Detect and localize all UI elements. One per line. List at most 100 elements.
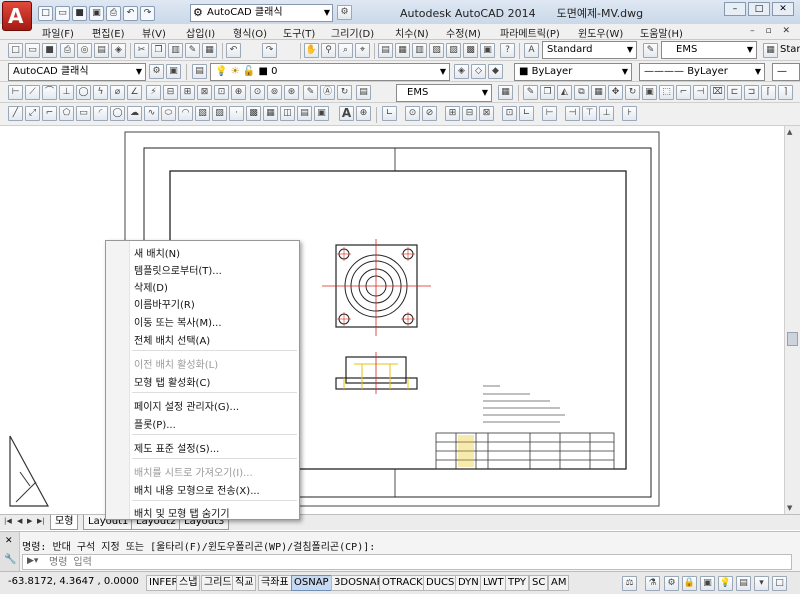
menu-edit[interactable]: 편집(E) — [92, 25, 125, 40]
menu-item-hide-tabs[interactable]: 배치 및 모형 탭 숨기기 — [134, 505, 230, 520]
menu-item-export-to-model[interactable]: 배치 내용 모형으로 전송(X)... — [134, 482, 260, 497]
radius-icon[interactable]: ◯ — [76, 85, 91, 100]
publish-icon[interactable]: ▤ — [94, 43, 109, 58]
rectangle-icon[interactable]: ▭ — [76, 106, 91, 121]
multiline-text-icon[interactable]: ▣ — [314, 106, 329, 121]
gradient-icon[interactable]: ▦ — [263, 106, 278, 121]
tab-model[interactable]: 모형 — [50, 515, 79, 530]
cut-icon[interactable]: ✂ — [134, 43, 149, 58]
table-style-icon[interactable]: ▦ — [763, 43, 778, 58]
close-icon[interactable]: ✕ — [5, 536, 13, 546]
parametric-7-icon[interactable]: ⊡ — [502, 106, 517, 121]
menu-item-page-setup-manager[interactable]: 페이지 설정 관리자(G)... — [134, 398, 239, 413]
copy-object-icon[interactable]: ❐ — [540, 85, 555, 100]
linear-dim-icon[interactable]: ⊢ — [8, 85, 23, 100]
hardware-accel-icon[interactable]: ▣ — [700, 576, 715, 591]
layer-properties-icon[interactable]: ▤ — [192, 64, 207, 79]
arc-length-icon[interactable]: ⌒ — [42, 85, 57, 100]
status-dyn[interactable]: DYN — [455, 575, 482, 591]
menu-insert[interactable]: 삽입(I) — [186, 25, 215, 40]
lineweight-select[interactable]: — — [772, 63, 800, 81]
menu-item-activate-model[interactable]: 모형 탭 활성화(C) — [134, 374, 210, 389]
status-polar[interactable]: 극좌표 — [258, 575, 292, 591]
menu-item-delete[interactable]: 삭제(D) — [134, 279, 168, 294]
menu-modify[interactable]: 수정(M) — [446, 25, 481, 40]
parametric-11-icon[interactable]: ⊤ — [582, 106, 597, 121]
dim-style-manager-icon[interactable]: ▦ — [498, 85, 513, 100]
menu-dimension[interactable]: 치수(N) — [395, 25, 429, 40]
parametric-2-icon[interactable]: ⊙ — [405, 106, 420, 121]
menu-item-plot[interactable]: 플롯(P)... — [134, 416, 176, 431]
parametric-5-icon[interactable]: ⊟ — [462, 106, 477, 121]
trim-icon[interactable]: ⌐ — [676, 85, 691, 100]
save-as-icon[interactable]: ▣ — [89, 5, 104, 21]
menu-item-rename[interactable]: 이름바꾸기(R) — [134, 296, 195, 311]
status-am[interactable]: AM — [548, 575, 570, 591]
undo-icon[interactable]: ↶ — [226, 43, 241, 58]
3d-dwf-icon[interactable]: ◈ — [111, 43, 126, 58]
construction-line-icon[interactable]: ⤢ — [25, 106, 40, 121]
scale-icon[interactable]: ▣ — [642, 85, 657, 100]
open-file-icon[interactable]: ▭ — [55, 5, 70, 21]
redo-icon[interactable]: ↷ — [140, 5, 155, 21]
rotate-icon[interactable]: ↻ — [625, 85, 640, 100]
tab-last-icon[interactable]: ▶| — [37, 517, 45, 525]
plot-preview-icon[interactable]: ◎ — [77, 43, 92, 58]
new-icon[interactable]: □ — [8, 43, 23, 58]
command-input[interactable] — [49, 556, 749, 568]
parametric-3-icon[interactable]: ⊘ — [422, 106, 437, 121]
dim-text-edit-icon[interactable]: Ⓐ — [320, 85, 335, 100]
tab-next-icon[interactable]: ▶ — [27, 517, 32, 525]
baseline-icon[interactable]: ⊟ — [163, 85, 178, 100]
status-ortho[interactable]: 직교 — [232, 575, 257, 591]
parametric-10-icon[interactable]: ⊣ — [565, 106, 580, 121]
stretch-icon[interactable]: ⬚ — [659, 85, 674, 100]
angular-icon[interactable]: ∠ — [127, 85, 142, 100]
break-obj-icon[interactable]: ⊏ — [727, 85, 742, 100]
status-snap[interactable]: 스냅 — [176, 575, 201, 591]
continue-icon[interactable]: ⊞ — [180, 85, 195, 100]
menu-view[interactable]: 뷰(V) — [142, 25, 166, 40]
erase-icon[interactable]: ✎ — [523, 85, 538, 100]
circle-icon[interactable]: ◯ — [110, 106, 125, 121]
line-icon[interactable]: ╱ — [8, 106, 23, 121]
isolate-objects-icon[interactable]: 💡 — [718, 576, 733, 591]
coordinate-readout[interactable]: -63.8172, 4.3647 , 0.0000 — [8, 576, 139, 587]
annotation-visibility-icon[interactable]: ⚗ — [645, 576, 660, 591]
layer-previous-icon[interactable]: ◇ — [471, 64, 486, 79]
offset-icon[interactable]: ⧉ — [574, 85, 589, 100]
scroll-up-icon[interactable]: ▲ — [787, 128, 792, 136]
vertical-scrollbar[interactable]: ▲ ▼ — [784, 126, 800, 514]
workspace-icon[interactable]: ▣ — [166, 64, 181, 79]
sheet-set-icon[interactable]: ▧ — [429, 43, 444, 58]
arc-icon[interactable]: ◜ — [93, 106, 108, 121]
status-tpy[interactable]: TPY — [505, 575, 530, 591]
region-icon[interactable]: ◫ — [280, 106, 295, 121]
array-icon[interactable]: ▦ — [591, 85, 606, 100]
zoom-window-icon[interactable]: ⌕ — [338, 43, 353, 58]
revision-cloud-icon[interactable]: ☁ — [127, 106, 142, 121]
ordinate-icon[interactable]: ⊥ — [59, 85, 74, 100]
menu-help[interactable]: 도움말(H) — [640, 25, 683, 40]
match-properties-icon[interactable]: ✎ — [185, 43, 200, 58]
minimize-button[interactable]: – — [724, 2, 746, 16]
layer-state-icon[interactable]: ◆ — [488, 64, 503, 79]
menu-window[interactable]: 윈도우(W) — [578, 25, 623, 40]
parametric-13-icon[interactable]: ⊦ — [622, 106, 637, 121]
dim-style-combo[interactable]: EMS ▼ — [396, 84, 492, 102]
text-style-icon[interactable]: A — [524, 43, 539, 58]
space-icon[interactable]: ⊠ — [197, 85, 212, 100]
quick-dim-icon[interactable]: ⚡ — [146, 85, 161, 100]
text-icon[interactable]: A — [339, 106, 354, 121]
open-icon[interactable]: ▭ — [25, 43, 40, 58]
menu-file[interactable]: 파일(F) — [42, 25, 74, 40]
menu-tools[interactable]: 도구(T) — [283, 25, 315, 40]
mdi-window-controls[interactable]: – ▫ ✕ — [750, 26, 794, 36]
dim-update-icon[interactable]: ↻ — [337, 85, 352, 100]
join-icon[interactable]: ⊐ — [744, 85, 759, 100]
mirror-icon[interactable]: ◭ — [557, 85, 572, 100]
undo-icon[interactable]: ↶ — [123, 5, 138, 21]
dim-edit-icon[interactable]: ✎ — [303, 85, 318, 100]
add-selected-icon[interactable]: ⊕ — [356, 106, 371, 121]
parametric-8-icon[interactable]: ∟ — [519, 106, 534, 121]
